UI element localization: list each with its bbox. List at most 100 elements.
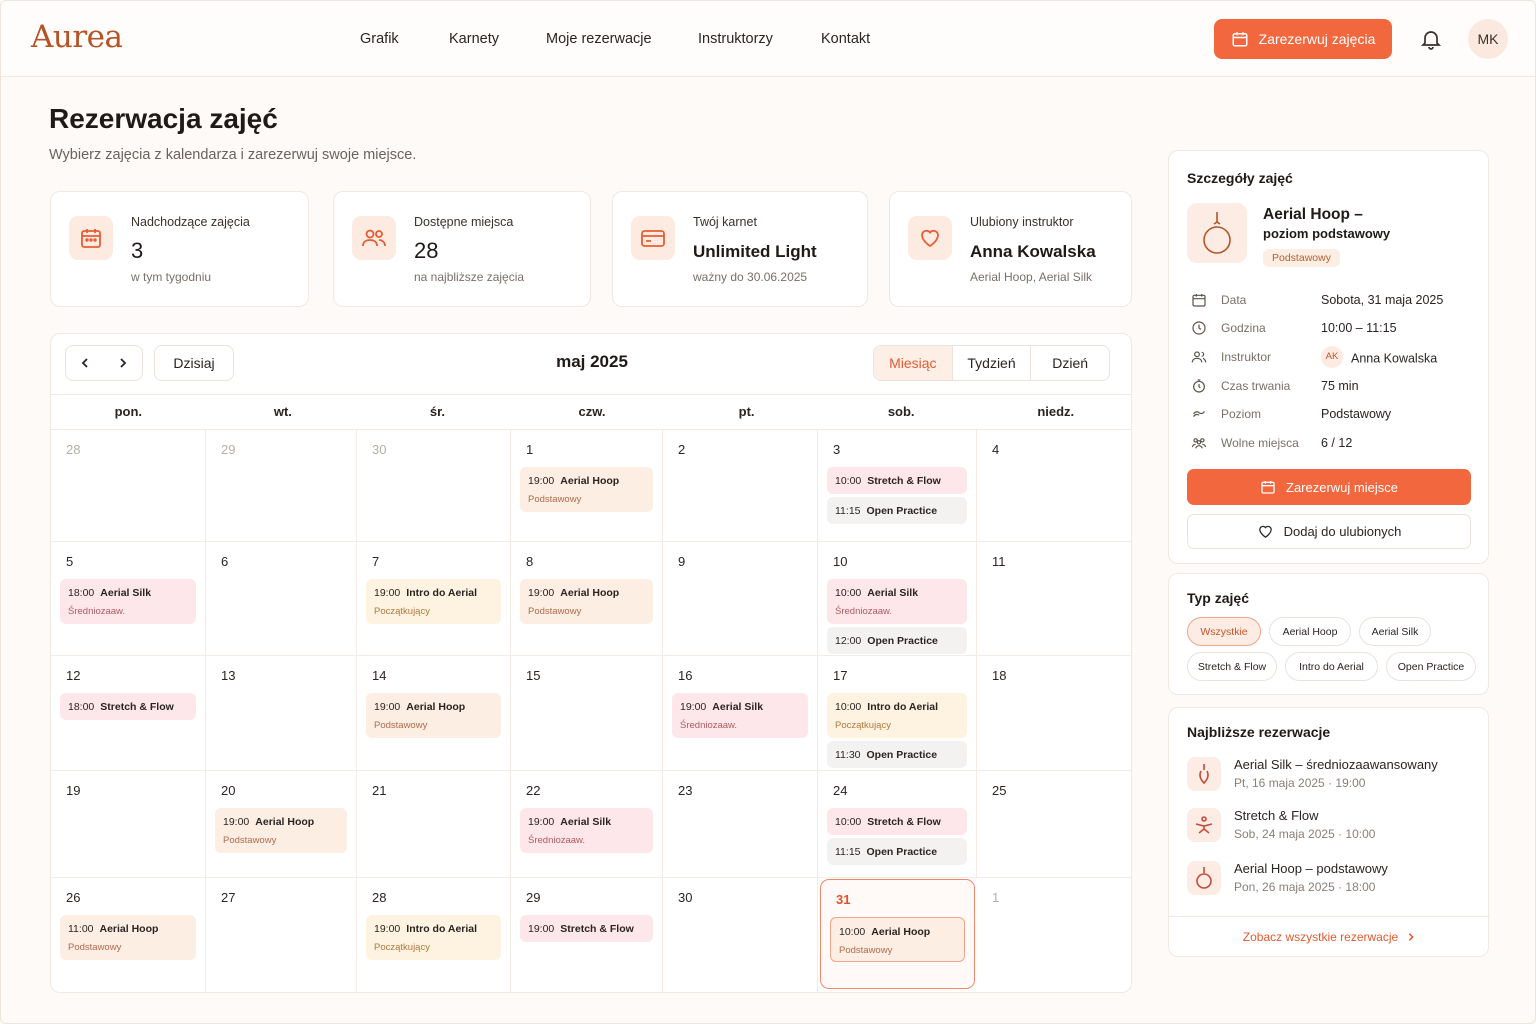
calendar-day-cell[interactable]: 20 19:00 Aerial Hoop Podstawowy: [206, 771, 357, 878]
calendar-day-cell[interactable]: 10 10:00 Aerial Silk Średniozaaw. 12:00 Open …: [818, 542, 977, 656]
calendar-event[interactable]: 19:00 Aerial Hoop Podstawowy: [520, 579, 653, 624]
day-number: 28: [372, 890, 387, 905]
calendar-event[interactable]: 10:00 Aerial Silk Średniozaaw.: [827, 579, 967, 624]
view-month-button[interactable]: Miesiąc: [874, 346, 952, 380]
calendar-day-cell[interactable]: 9: [663, 542, 818, 656]
calendar-event[interactable]: 19:00 Aerial Silk Średniozaaw.: [520, 808, 653, 853]
calendar-day-cell[interactable]: 11: [977, 542, 1131, 656]
stat-note: na najbliższe zajęcia: [414, 270, 525, 284]
calendar-day-cell[interactable]: 4: [977, 430, 1131, 542]
calendar-event[interactable]: 18:00 Stretch & Flow: [60, 693, 196, 720]
calendar-day-cell[interactable]: 14 19:00 Aerial Hoop Podstawowy: [357, 656, 511, 771]
view-week-button[interactable]: Tydzień: [951, 346, 1031, 380]
calendar-event[interactable]: 11:00 Aerial Hoop Podstawowy: [60, 915, 196, 960]
user-avatar[interactable]: MK: [1468, 19, 1508, 59]
calendar-event[interactable]: 10:00 Stretch & Flow: [827, 467, 967, 494]
calendar-event[interactable]: 10:00 Intro do Aerial Początkujący: [827, 693, 967, 738]
calendar-day-cell[interactable]: 17 10:00 Intro do Aerial Początkujący 11:30 O…: [818, 656, 977, 771]
calendar-day-cell[interactable]: 28: [51, 430, 206, 542]
calendar-event[interactable]: 19:00 Aerial Silk Średniozaaw.: [672, 693, 808, 738]
bell-icon[interactable]: [1419, 27, 1443, 51]
calendar-day-cell[interactable]: 16 19:00 Aerial Silk Średniozaaw.: [663, 656, 818, 771]
calendar-event[interactable]: 19:00 Intro do Aerial Początkujący: [366, 915, 501, 960]
nav-karnety[interactable]: Karnety: [449, 31, 499, 47]
nav-grafik[interactable]: Grafik: [360, 31, 399, 47]
today-button[interactable]: Dzisiaj: [154, 345, 234, 381]
calendar-day-cell[interactable]: 29: [206, 430, 357, 542]
calendar-event[interactable]: 11:15 Open Practice: [827, 497, 967, 524]
reservation-item[interactable]: Stretch & Flow Sob, 24 maja 2025 · 10:00: [1187, 806, 1477, 848]
detail-label: Wolne miejsca: [1221, 436, 1299, 450]
nav-moje-rezerwacje[interactable]: Moje rezerwacje: [546, 31, 652, 47]
calendar-day-cell[interactable]: 13: [206, 656, 357, 771]
reservation-item[interactable]: Aerial Silk – średniozaawansowany Pt, 16…: [1187, 755, 1477, 797]
calendar-day-cell[interactable]: 21: [357, 771, 511, 878]
calendar-day-cell[interactable]: 5 18:00 Aerial Silk Średniozaaw.: [51, 542, 206, 656]
calendar-event[interactable]: 10:00 Stretch & Flow: [827, 808, 967, 835]
nav-instruktorzy[interactable]: Instruktorzy: [698, 31, 773, 47]
next-month-button[interactable]: [104, 346, 142, 380]
calendar-day-cell[interactable]: 1: [977, 878, 1131, 992]
heart-icon: [908, 216, 952, 260]
calendar-day-cell[interactable]: 6: [206, 542, 357, 656]
calendar-event[interactable]: 10:00 Aerial Hoop Podstawowy: [830, 917, 965, 962]
calendar-day-cell[interactable]: 1 19:00 Aerial Hoop Podstawowy: [511, 430, 663, 542]
filter-chip-all[interactable]: Wszystkie: [1187, 617, 1261, 646]
view-day-button[interactable]: Dzień: [1030, 346, 1109, 380]
reservation-name: Aerial Silk – średniozaawansowany: [1234, 757, 1438, 772]
event-level: Początkujący: [374, 606, 430, 617]
calendar-day-cell[interactable]: 26 11:00 Aerial Hoop Podstawowy: [51, 878, 206, 992]
calendar-day-cell[interactable]: 24 10:00 Stretch & Flow 11:15 Open Practice: [818, 771, 977, 878]
calendar-day-cell[interactable]: 3 10:00 Stretch & Flow 11:15 Open Practice: [818, 430, 977, 542]
filter-chip-aerial-hoop[interactable]: Aerial Hoop: [1269, 617, 1351, 646]
day-number: 19: [66, 783, 81, 798]
filter-chip-open-practice[interactable]: Open Practice: [1386, 652, 1476, 681]
prev-month-button[interactable]: [66, 346, 104, 380]
book-class-button[interactable]: Zarezerwuj zajęcia: [1214, 19, 1392, 59]
calendar-day-cell[interactable]: 2: [663, 430, 818, 542]
event-name: Stretch & Flow: [867, 475, 941, 487]
event-name: Aerial Silk: [712, 701, 764, 713]
logo[interactable]: Aurea: [31, 19, 123, 55]
calendar-event[interactable]: 19:00 Aerial Hoop Podstawowy: [366, 693, 501, 738]
level-icon: [1193, 411, 1205, 417]
calendar-event[interactable]: 19:00 Aerial Hoop Podstawowy: [215, 808, 347, 853]
calendar-day-cell[interactable]: 15: [511, 656, 663, 771]
calendar-day-cell[interactable]: 28 19:00 Intro do Aerial Początkujący: [357, 878, 511, 992]
calendar-day-cell[interactable]: 8 19:00 Aerial Hoop Podstawowy: [511, 542, 663, 656]
reservation-item[interactable]: Aerial Hoop – podstawowy Pon, 26 maja 20…: [1187, 859, 1477, 901]
detail-label: Godzina: [1221, 321, 1266, 335]
event-time: 19:00: [528, 475, 555, 487]
detail-label: Czas trwania: [1221, 379, 1291, 393]
calendar-day-cell[interactable]: 7 19:00 Intro do Aerial Początkujący: [357, 542, 511, 656]
add-to-favorites-button[interactable]: Dodaj do ulubionych: [1187, 514, 1471, 549]
calendar-day-cell[interactable]: 25: [977, 771, 1131, 878]
calendar-day-cell[interactable]: 23: [663, 771, 818, 878]
filter-chip-intro-aerial[interactable]: Intro do Aerial: [1285, 652, 1378, 681]
calendar-day-cell[interactable]: 19: [51, 771, 206, 878]
calendar-event[interactable]: 11:30 Open Practice: [827, 741, 967, 768]
calendar-event[interactable]: 12:00 Open Practice: [827, 627, 967, 654]
calendar-event[interactable]: 18:00 Aerial Silk Średniozaaw.: [60, 579, 196, 624]
calendar-day-cell[interactable]: 18: [977, 656, 1131, 771]
event-time: 10:00: [835, 587, 862, 599]
calendar-day-cell[interactable]: 12 18:00 Stretch & Flow: [51, 656, 206, 771]
filter-chip-aerial-silk[interactable]: Aerial Silk: [1359, 617, 1431, 646]
calendar-day-cell[interactable]: 30: [357, 430, 511, 542]
nav-kontakt[interactable]: Kontakt: [821, 31, 870, 47]
book-class-label: Zarezerwuj zajęcia: [1258, 31, 1376, 47]
calendar-day-cell[interactable]: 22 19:00 Aerial Silk Średniozaaw.: [511, 771, 663, 878]
calendar-event[interactable]: 11:15 Open Practice: [827, 838, 967, 865]
filter-chip-stretch-flow[interactable]: Stretch & Flow: [1187, 652, 1277, 681]
calendar-day-cell[interactable]: 30: [663, 878, 818, 992]
calendar-day-cell[interactable]: 31 10:00 Aerial Hoop Podstawowy: [820, 879, 975, 989]
calendar-event[interactable]: 19:00 Stretch & Flow: [520, 915, 653, 942]
reserve-spot-button[interactable]: Zarezerwuj miejsce: [1187, 469, 1471, 505]
calendar-event[interactable]: 19:00 Intro do Aerial Początkujący: [366, 579, 501, 624]
day-number: 18: [992, 668, 1007, 683]
calendar-day-cell[interactable]: 27: [206, 878, 357, 992]
event-name: Intro do Aerial: [406, 923, 478, 935]
see-all-reservations-link[interactable]: Zobacz wszystkie rezerwacje: [1169, 916, 1490, 956]
calendar-event[interactable]: 19:00 Aerial Hoop Podstawowy: [520, 467, 653, 512]
calendar-day-cell[interactable]: 29 19:00 Stretch & Flow: [511, 878, 663, 992]
